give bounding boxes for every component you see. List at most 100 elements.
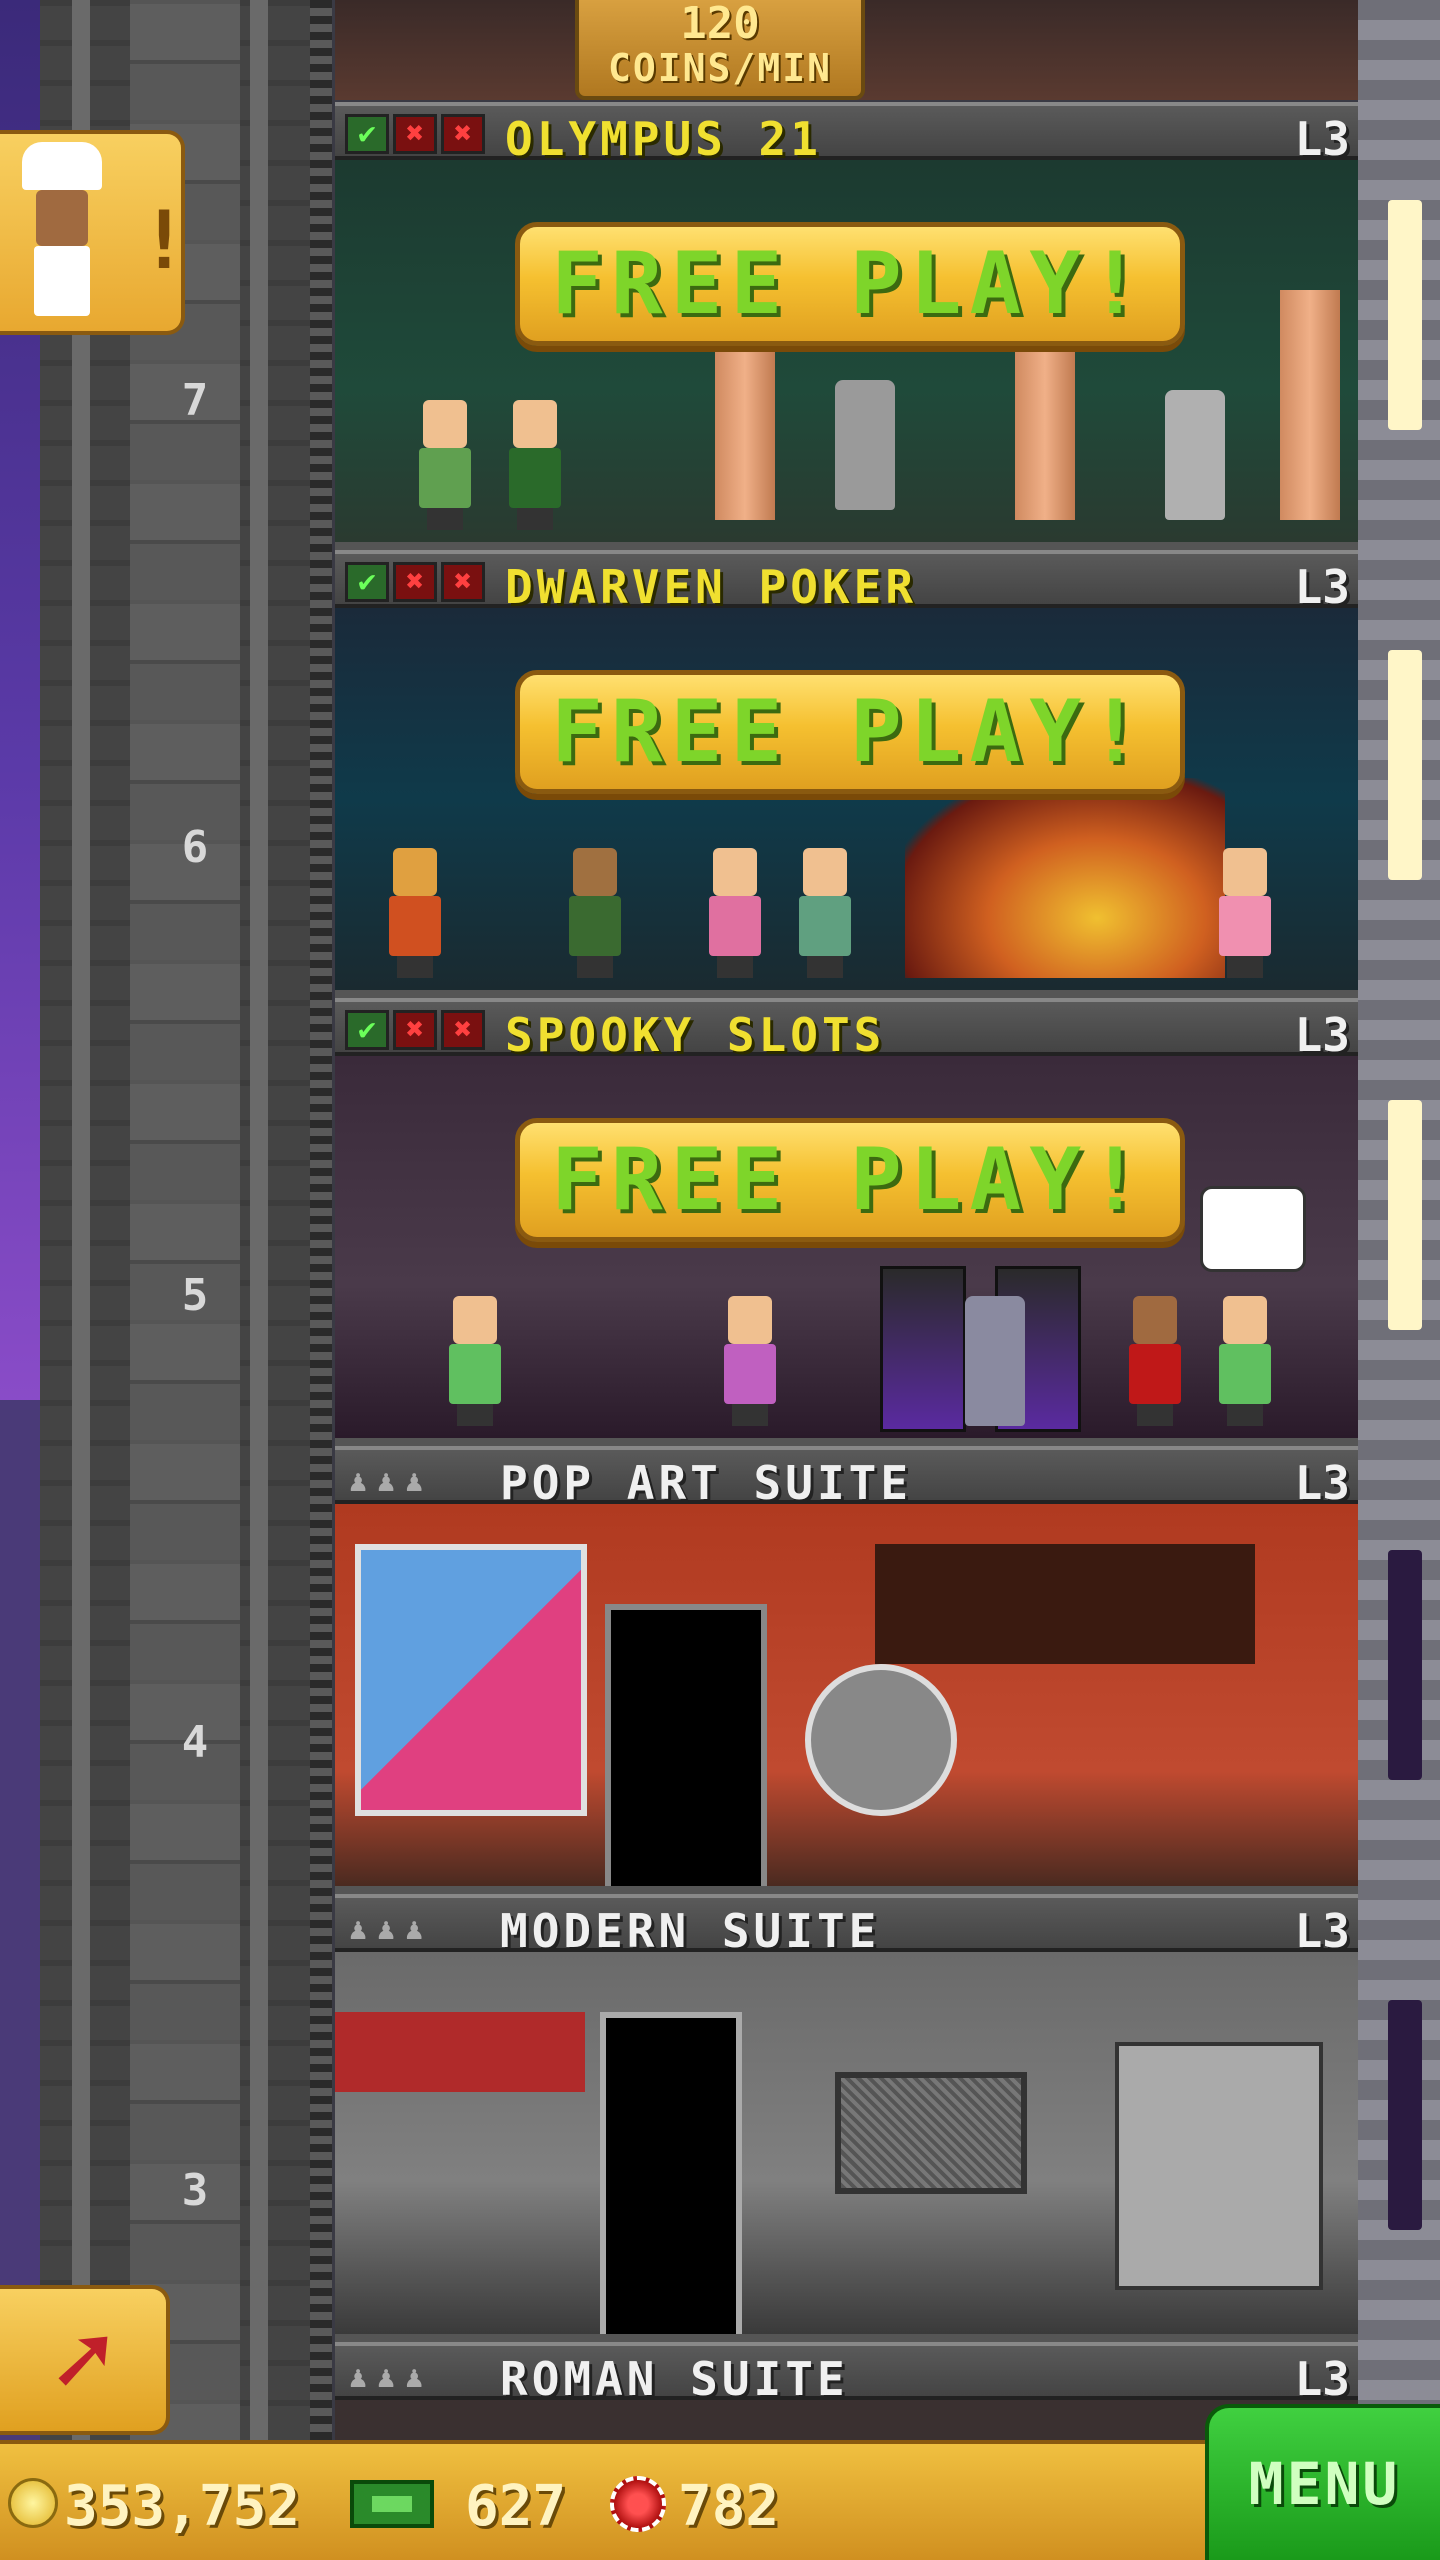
pop-art-painting	[355, 1544, 587, 1816]
status-indicators: ✔ ✖ ✖	[345, 562, 485, 602]
floor-number: 5	[181, 1270, 209, 1321]
check-icon: ✔	[345, 562, 389, 602]
customer-character	[795, 848, 855, 978]
red-wall-stripe	[335, 2012, 585, 2092]
coin-icon	[8, 2478, 58, 2528]
window-dark	[1388, 2000, 1422, 2230]
floor-room[interactable]	[335, 160, 1358, 550]
floor-spooky-slots[interactable]: ✔ ✖ ✖ SPOOKY SLOTS L3 FREE PLAY!	[335, 998, 1358, 1446]
floor-room[interactable]	[335, 1952, 1358, 2342]
window-lit	[1388, 200, 1422, 430]
chip-icon	[610, 2476, 666, 2532]
alert-icon: !	[140, 194, 189, 287]
window-dark	[1388, 1550, 1422, 1780]
window-lit	[1388, 1100, 1422, 1330]
customer-character	[385, 848, 445, 978]
tv-screen	[835, 2072, 1027, 2194]
rocket-button[interactable]: ➚	[0, 2285, 170, 2435]
customer-character	[1215, 848, 1275, 978]
x-icon: ✖	[393, 562, 437, 602]
floor-level: L3	[1294, 2352, 1350, 2406]
pillar	[1280, 290, 1340, 520]
floor-level: L3	[1294, 1904, 1350, 1958]
income-banner: 120 COINS/MIN	[575, 0, 865, 100]
floor-room[interactable]	[335, 1056, 1358, 1446]
menu-button[interactable]: MENU	[1205, 2404, 1440, 2560]
floor-level: L3	[1294, 560, 1350, 614]
check-icon: ✔	[345, 1010, 389, 1050]
floor-room[interactable]	[335, 1504, 1358, 1894]
resident-slots-icon: ♟♟♟	[349, 1912, 434, 1947]
dragon-treasure	[905, 778, 1225, 978]
customer-character	[720, 1296, 780, 1426]
floor-title: POP ART SUITE	[500, 1456, 913, 1510]
floor-title: DWARVEN POKER	[505, 560, 918, 614]
customer-character	[565, 848, 625, 978]
resident-slots-icon: ♟♟♟	[349, 1464, 434, 1499]
window-lit	[1388, 650, 1422, 880]
elevator-track	[130, 0, 240, 2440]
floor-header: ✔ ✖ ✖ DWARVEN POKER L3	[335, 550, 1358, 614]
rocket-icon: ➚	[52, 2301, 114, 2419]
coin-count: 353,752	[64, 2474, 301, 2539]
doorway	[605, 1604, 767, 1886]
chef-body	[34, 246, 90, 316]
statue	[835, 380, 895, 510]
floor-room[interactable]	[335, 608, 1358, 998]
chef-face	[36, 190, 88, 246]
elevator-rail-right	[250, 0, 268, 2440]
floor-level: L3	[1294, 1008, 1350, 1062]
chip-count: 782	[678, 2474, 780, 2539]
bux-icon	[350, 2480, 434, 2528]
free-play-button[interactable]: FREE PLAY!	[515, 1118, 1185, 1242]
x-icon: ✖	[393, 114, 437, 154]
wall-shelf	[875, 1544, 1255, 1664]
city-skyline	[0, 1400, 40, 2440]
floor-modern-suite[interactable]: ♟♟♟ MODERN SUITE L3	[335, 1894, 1358, 2342]
floor-title: ROMAN SUITE	[500, 2352, 849, 2406]
x-icon: ✖	[441, 114, 485, 154]
chef-notification-button[interactable]: !	[0, 130, 189, 335]
statue	[1165, 390, 1225, 520]
customer-character	[505, 400, 565, 530]
floor-dwarven-poker[interactable]: ✔ ✖ ✖ DWARVEN POKER L3 FREE PLAY!	[335, 550, 1358, 998]
zombie-character	[965, 1296, 1025, 1426]
elevator-rail-left	[72, 0, 90, 2440]
x-icon: ✖	[393, 1010, 437, 1050]
floor-level: L3	[1294, 1456, 1350, 1510]
floor-olympus-21[interactable]: ✔ ✖ ✖ OLYMPUS 21 L3 FREE PLAY!	[335, 102, 1358, 550]
floor-header: ✔ ✖ ✖ SPOOKY SLOTS L3	[335, 998, 1358, 1062]
free-play-button[interactable]: FREE PLAY!	[515, 222, 1185, 346]
bellhop-character	[1125, 1296, 1185, 1426]
floor-title: MODERN SUITE	[500, 1904, 881, 1958]
status-indicators: ✔ ✖ ✖	[345, 114, 485, 154]
floor-number: 6	[181, 822, 209, 873]
floor-level: L3	[1294, 112, 1350, 166]
check-icon: ✔	[345, 114, 389, 154]
customer-character	[1215, 1296, 1275, 1426]
customer-character	[445, 1296, 505, 1426]
floor-pop-art-suite[interactable]: ♟♟♟ POP ART SUITE L3	[335, 1446, 1358, 1894]
floor-title: OLYMPUS 21	[505, 112, 822, 166]
floor-number: 3	[181, 2165, 209, 2216]
income-amount: 120	[680, 0, 760, 49]
floor-title: SPOOKY SLOTS	[505, 1008, 886, 1062]
customer-character	[705, 848, 765, 978]
slot-machine	[880, 1266, 966, 1432]
income-unit: COINS/MIN	[608, 46, 832, 90]
resident-slots-icon: ♟♟♟	[349, 2360, 434, 2395]
bux-count: 627	[465, 2474, 567, 2539]
chef-icon	[22, 142, 102, 190]
x-icon: ✖	[441, 562, 485, 602]
floor-header: ♟♟♟ POP ART SUITE L3	[335, 1446, 1358, 1510]
free-play-button[interactable]: FREE PLAY!	[515, 670, 1185, 794]
pumpkin-speech-bubble-icon[interactable]	[1200, 1186, 1306, 1272]
floor-number: 7	[181, 375, 209, 426]
floor-number: 4	[181, 1717, 209, 1768]
floor-header: ♟♟♟ ROMAN SUITE L3	[335, 2342, 1358, 2406]
x-icon: ✖	[441, 1010, 485, 1050]
floor-header: ♟♟♟ MODERN SUITE L3	[335, 1894, 1358, 1958]
status-indicators: ✔ ✖ ✖	[345, 1010, 485, 1050]
floor-header: ✔ ✖ ✖ OLYMPUS 21 L3	[335, 102, 1358, 166]
doorway	[600, 2012, 742, 2334]
